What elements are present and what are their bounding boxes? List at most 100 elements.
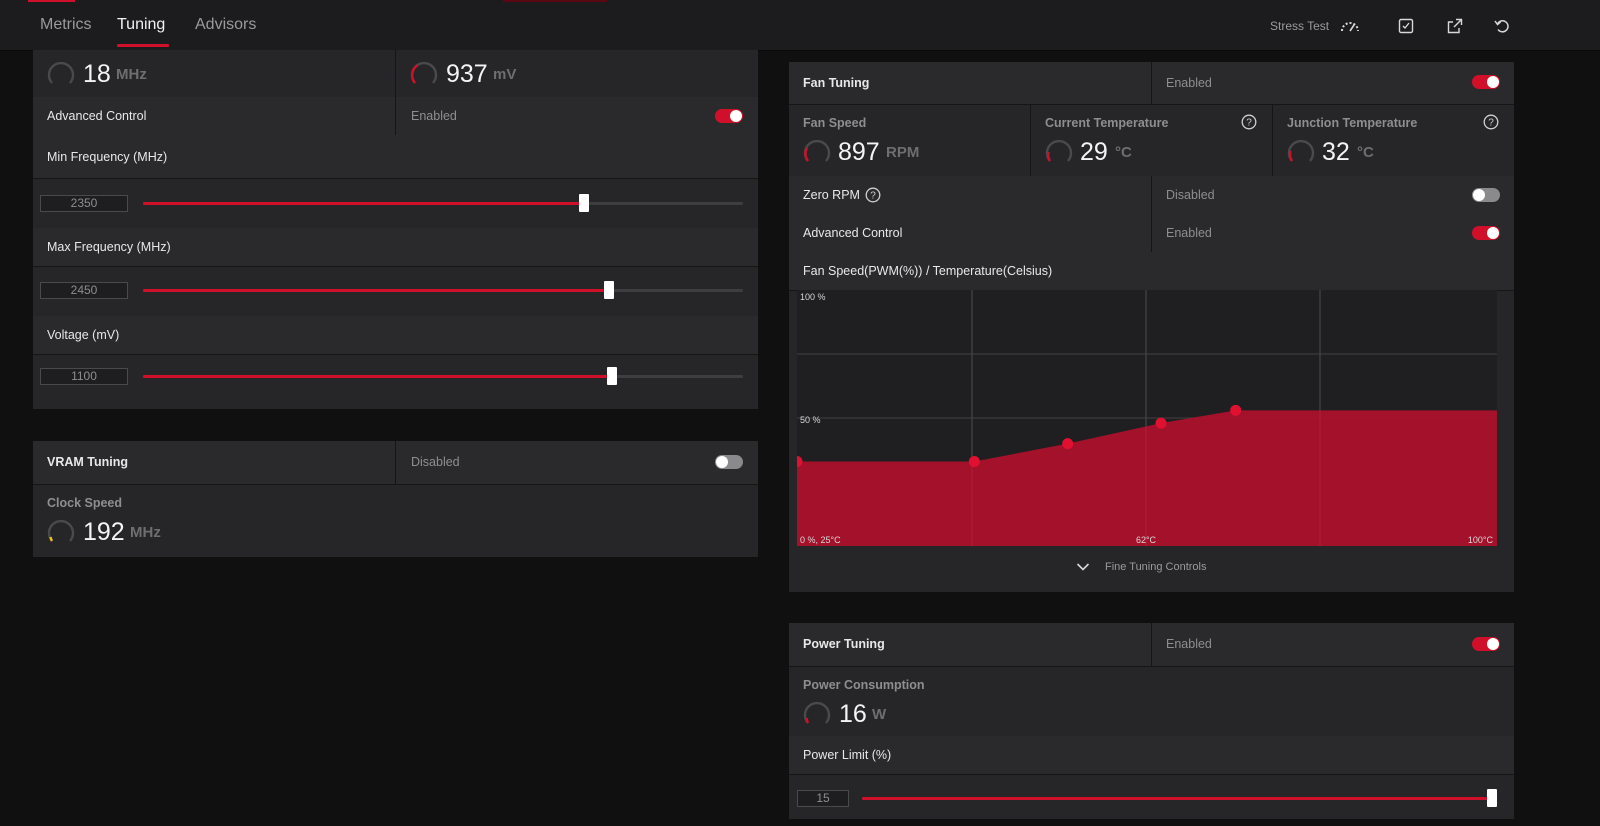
current-temp-unit: °C [1115, 144, 1132, 161]
export-icon[interactable] [1443, 14, 1467, 38]
clock-gauge-icon [47, 61, 75, 84]
undo-icon[interactable] [1490, 14, 1514, 38]
power-limit-slider[interactable] [862, 789, 1497, 807]
top-accent-line-secondary [503, 0, 607, 2]
gpu-clock-unit: MHz [116, 66, 147, 83]
vram-toggle[interactable] [715, 455, 743, 469]
svg-text:?: ? [870, 191, 876, 202]
min-frequency-row: Min Frequency (MHz) [33, 135, 758, 179]
gpu-metrics-row: 18 MHz 937 mV [33, 50, 758, 98]
advanced-control-state: Enabled [411, 109, 457, 123]
tab-tuning[interactable]: Tuning [117, 16, 165, 34]
fan-curve-point[interactable] [968, 456, 980, 468]
junction-temp-gauge-icon [1287, 139, 1315, 162]
junction-temp-title: Junction Temperature [1287, 116, 1418, 130]
fan-curve-point[interactable] [1230, 404, 1242, 416]
vram-clock-title: Clock Speed [47, 496, 123, 510]
min-frequency-input[interactable]: 2350 [40, 195, 128, 212]
vram-clock-unit: MHz [130, 524, 161, 541]
max-frequency-row: Max Frequency (MHz) [33, 228, 758, 267]
fan-speed-value: 897 [838, 138, 880, 166]
voltage-slider[interactable] [143, 367, 743, 385]
power-limit-input[interactable]: 15 [797, 790, 849, 807]
y-tick-label: 50 % [800, 415, 821, 425]
vram-tuning-panel: VRAM Tuning Disabled Clock Speed 192 MHz [33, 441, 758, 557]
power-header-row: Power Tuning Enabled [789, 623, 1514, 667]
help-icon[interactable]: ? [1483, 114, 1499, 130]
active-tab-indicator [117, 44, 169, 47]
junction-temp-unit: °C [1357, 144, 1374, 161]
fan-curve-point[interactable] [1062, 438, 1074, 450]
advanced-control-label: Advanced Control [47, 109, 147, 123]
zero-rpm-row: Zero RPM ? Disabled [789, 176, 1514, 215]
power-limit-row: Power Limit (%) [789, 736, 1514, 775]
fan-curve-point[interactable] [1155, 417, 1167, 429]
max-frequency-slider-row: 2450 [33, 266, 758, 317]
vram-header-row: VRAM Tuning Disabled [33, 441, 758, 485]
power-consumption-unit: W [872, 706, 887, 723]
fan-curve-label-row: Fan Speed(PWM(%)) / Temperature(Celsius) [789, 252, 1514, 291]
power-consumption-value: 16 [839, 700, 867, 728]
stress-test-label[interactable]: Stress Test [1270, 19, 1329, 33]
help-icon[interactable]: ? [865, 187, 881, 203]
fan-speed-gauge-icon [803, 139, 831, 162]
tab-advisors[interactable]: Advisors [195, 16, 256, 34]
gpu-voltage-unit: mV [493, 66, 517, 83]
fan-curve-chart[interactable]: 100 % 50 % 0 %, 25°C 62°C 100°C [791, 290, 1497, 546]
min-frequency-slider[interactable] [143, 194, 743, 212]
fan-curve-label: Fan Speed(PWM(%)) / Temperature(Celsius) [803, 264, 1053, 278]
current-temp-title: Current Temperature [1045, 116, 1169, 130]
voltage-slider-thumb[interactable] [607, 367, 618, 385]
save-icon[interactable] [1394, 14, 1418, 38]
fan-advanced-control-label: Advanced Control [803, 226, 903, 240]
gpu-voltage-value: 937 [446, 60, 488, 88]
current-temp-gauge-icon [1045, 139, 1073, 162]
gpu-advanced-control-row: Advanced Control Enabled [33, 97, 758, 136]
max-frequency-slider[interactable] [143, 281, 743, 299]
fan-header-row: Fan Tuning Enabled [789, 62, 1514, 105]
y-tick-label: 100 % [800, 292, 826, 302]
power-title: Power Tuning [803, 637, 885, 651]
fan-advanced-control-state: Enabled [1166, 226, 1212, 240]
max-frequency-slider-fill [143, 289, 609, 292]
power-state: Enabled [1166, 637, 1212, 651]
top-nav-bar: Metrics Tuning Advisors Stress Test [0, 0, 1600, 51]
help-icon[interactable]: ? [1241, 114, 1257, 130]
fan-curve-svg[interactable]: 100 % 50 % 0 %, 25°C 62°C 100°C [791, 290, 1497, 546]
voltage-input[interactable]: 1100 [40, 368, 128, 385]
min-frequency-slider-thumb[interactable] [579, 194, 589, 212]
x-tick-label: 100°C [1468, 535, 1494, 545]
fan-advanced-control-toggle[interactable] [1472, 226, 1500, 240]
power-limit-label: Power Limit (%) [803, 748, 892, 762]
vram-clock-value: 192 [83, 518, 125, 546]
vram-state: Disabled [411, 455, 460, 469]
power-limit-slider-thumb[interactable] [1487, 789, 1497, 807]
svg-text:?: ? [1488, 118, 1494, 129]
max-frequency-input[interactable]: 2450 [40, 282, 128, 299]
zero-rpm-label: Zero RPM [803, 188, 860, 202]
zero-rpm-state: Disabled [1166, 188, 1215, 202]
power-tuning-panel: Power Tuning Enabled Power Consumption 1… [789, 623, 1514, 819]
tab-metrics[interactable]: Metrics [40, 16, 92, 34]
zero-rpm-toggle[interactable] [1472, 188, 1500, 202]
min-frequency-slider-row: 2350 [33, 178, 758, 229]
fan-speed-title: Fan Speed [803, 116, 867, 130]
fan-speed-unit: RPM [886, 144, 920, 161]
power-gauge-icon [803, 701, 831, 724]
power-toggle[interactable] [1472, 637, 1500, 651]
gpu-tuning-panel: 18 MHz 937 mV Advanced Control Enabled M… [33, 50, 758, 409]
gauge-icon[interactable] [1338, 14, 1362, 38]
advanced-control-toggle[interactable] [715, 109, 743, 123]
power-limit-slider-row: 15 [789, 774, 1514, 819]
fan-toggle[interactable] [1472, 75, 1500, 89]
fine-tuning-label[interactable]: Fine Tuning Controls [1105, 561, 1207, 573]
top-accent-line [28, 0, 75, 2]
max-frequency-slider-thumb[interactable] [603, 281, 614, 299]
max-frequency-label: Max Frequency (MHz) [47, 240, 171, 254]
svg-text:?: ? [1246, 118, 1252, 129]
junction-temp-value: 32 [1322, 138, 1350, 166]
fine-tuning-row[interactable]: Fine Tuning Controls [789, 546, 1514, 592]
fan-tuning-panel: Fan Tuning Enabled Fan Speed 897 RPM Cur… [789, 62, 1514, 592]
power-consumption-title: Power Consumption [803, 678, 925, 692]
fan-advanced-control-row: Advanced Control Enabled [789, 214, 1514, 253]
